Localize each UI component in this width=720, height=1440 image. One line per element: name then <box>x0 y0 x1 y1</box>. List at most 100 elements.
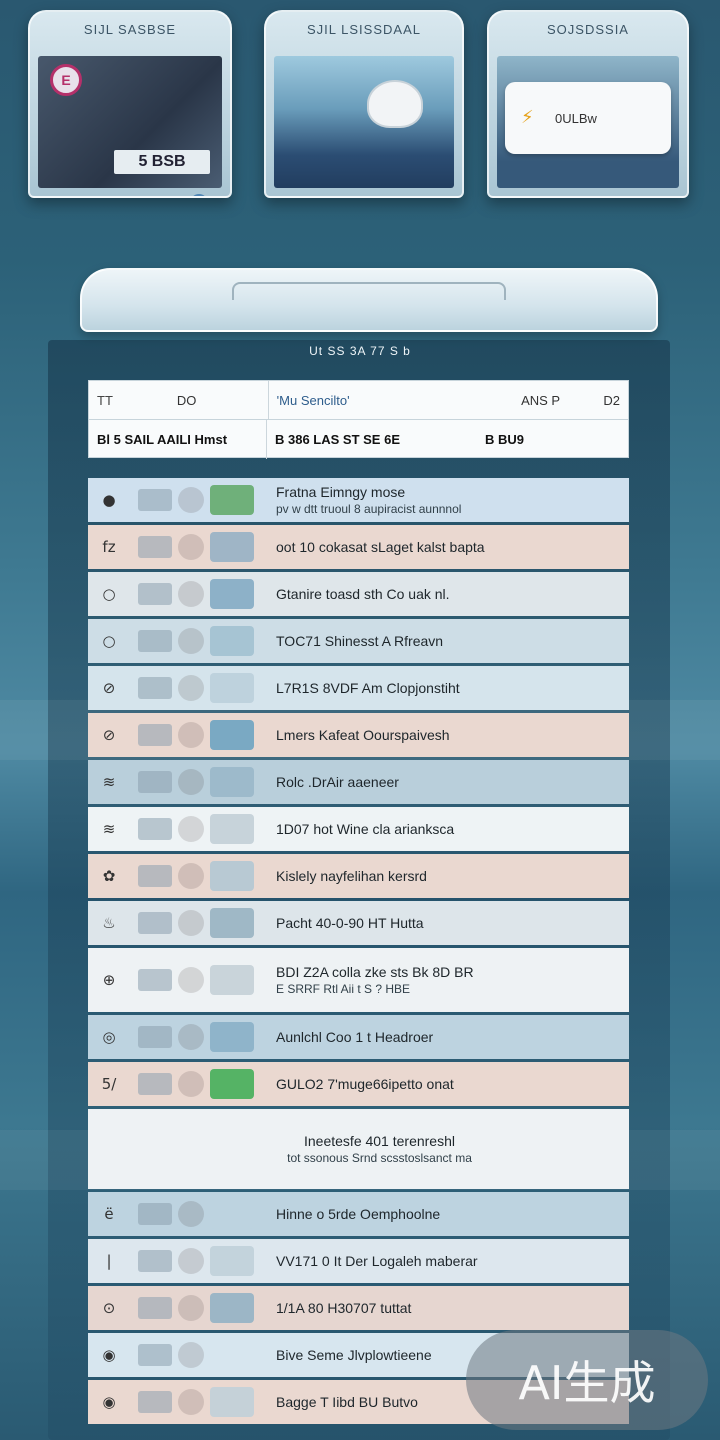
drop-icon <box>178 534 204 560</box>
row-thumbnail <box>138 912 172 934</box>
row-thumbnail <box>138 677 172 699</box>
list-item[interactable]: ≋ 1D07 hot Wine cla arianksca <box>88 807 629 851</box>
row-icon: | <box>106 1252 112 1270</box>
row-image <box>210 965 254 995</box>
shelf-handle <box>232 282 506 300</box>
row-label: BDI Z2A colla zke sts Bk 8D BR E SRRF Rtl… <box>276 964 629 996</box>
row-image <box>210 1246 254 1276</box>
row-thumbnail <box>138 969 172 991</box>
row-icon: ○ <box>102 585 116 603</box>
list-item[interactable]: ◎ Aunlchl Coo 1 t Headroer <box>88 1015 629 1059</box>
product-card[interactable]: SOJSDSSIA 0ULBw <box>487 10 689 198</box>
row-thumbnail <box>138 1073 172 1095</box>
list-item[interactable]: ● Fratna Eimngy mose pv w dtt truoul 8 aup… <box>88 478 629 522</box>
drop-icon <box>178 1024 204 1050</box>
row-label: Pacht 40-0-90 HT Hutta <box>276 915 629 931</box>
row-image <box>210 1293 254 1323</box>
row-title: 1/1A 80 H30707 tuttat <box>276 1300 412 1316</box>
header-cell[interactable]: DO <box>169 381 269 419</box>
row-icon: ● <box>102 491 116 509</box>
row-title: oot 10 cokasat sLaget kalst bapta <box>276 539 485 555</box>
card-title: SJIL LSISSDAAL <box>307 22 421 37</box>
row-icon: ◎ <box>102 1028 116 1046</box>
row-thumbnail <box>138 489 172 511</box>
header-cell[interactable]: TT <box>89 393 169 408</box>
row-title: Kislely nayfelihan kersrd <box>276 868 427 884</box>
row-label: Kislely nayfelihan kersrd <box>276 868 629 884</box>
list-item[interactable]: ○ TOC71 Shinesst A Rfreavn <box>88 619 629 663</box>
row-icon: 5/ <box>101 1075 117 1093</box>
list-item[interactable]: Ineetesfe 401 terenreshl tot ssonous Srnd… <box>88 1109 629 1189</box>
list-item[interactable]: 5/GULO2 7'muge66ipetto onat <box>88 1062 629 1106</box>
list-item[interactable]: ⊙ 1/1A 80 H30707 tuttat <box>88 1286 629 1330</box>
row-image <box>210 767 254 797</box>
list-item[interactable]: ≋ Rolc .DrAir aaeneer <box>88 760 629 804</box>
row-image <box>210 1199 254 1229</box>
list-item[interactable]: ⊘ Lmers Kafeat Oourspaivesh <box>88 713 629 757</box>
glass-shelf <box>80 268 658 332</box>
list-item[interactable]: fz oot 10 cokasat sLaget kalst bapta <box>88 525 629 569</box>
row-thumbnail <box>138 1344 172 1366</box>
header-cell[interactable]: 'Mu Sencilto' <box>269 393 489 408</box>
row-title: Pacht 40-0-90 HT Hutta <box>276 915 424 931</box>
row-title: Bagge T Iibd BU Butvo <box>276 1394 418 1410</box>
row-subtitle: pv w dtt truoul 8 aupiracist aunnnol <box>276 502 462 516</box>
drop-icon <box>178 1389 204 1415</box>
row-label: VV171 0 It Der Logaleh maberar <box>276 1253 629 1269</box>
row-subtitle: tot ssonous Srnd scsstoslsanct ma <box>287 1151 472 1165</box>
row-title: Gtanire toasd sth Co uak nl. <box>276 586 450 602</box>
row-label: 1D07 hot Wine cla arianksca <box>276 821 629 837</box>
list-item[interactable]: ○ Gtanire toasd sth Co uak nl. <box>88 572 629 616</box>
row-icon: ◉ <box>102 1393 116 1411</box>
list-item[interactable]: | VV171 0 It Der Logaleh maberar <box>88 1239 629 1283</box>
list-item[interactable]: ♨ Pacht 40-0-90 HT Hutta <box>88 901 629 945</box>
row-thumbnail <box>138 1250 172 1272</box>
list-item[interactable]: ⊘ L7R1S 8VDF Am Clopjonstiht <box>88 666 629 710</box>
row-icon: ⊙ <box>102 1299 116 1317</box>
list-item[interactable]: ✿ Kislely nayfelihan kersrd <box>88 854 629 898</box>
row-icon: ≋ <box>102 820 116 838</box>
product-card[interactable]: SIJL SASBSE E 5 BSB <box>28 10 232 198</box>
row-image <box>210 673 254 703</box>
stamp-icon <box>190 194 208 196</box>
row-label: Lmers Kafeat Oourspaivesh <box>276 727 629 743</box>
drop-icon <box>178 816 204 842</box>
row-thumbnail <box>138 1297 172 1319</box>
list-item[interactable]: ⊕ BDI Z2A colla zke sts Bk 8D BR E SRRF Rt… <box>88 948 629 1012</box>
row-label: Ineetesfe 401 terenreshl tot ssonous Srnd… <box>130 1133 629 1165</box>
row-label: Aunlchl Coo 1 t Headroer <box>276 1029 629 1045</box>
drop-icon <box>178 581 204 607</box>
row-title: 1D07 hot Wine cla arianksca <box>276 821 455 837</box>
drop-icon <box>178 1201 204 1227</box>
header-table: TT DO 'Mu Sencilto' ANS P D2 Bl 5 SAIL A… <box>88 380 629 459</box>
row-thumbnail <box>138 771 172 793</box>
drop-icon <box>178 722 204 748</box>
card-image: E 5 BSB <box>38 56 222 196</box>
header-cell[interactable]: D2 <box>568 393 628 408</box>
row-label: 1/1A 80 H30707 tuttat <box>276 1300 629 1316</box>
header-cell[interactable]: ANS P <box>488 393 568 408</box>
drop-icon <box>178 967 204 993</box>
row-thumbnail <box>138 724 172 746</box>
product-card[interactable]: SJIL LSISSDAAL <box>264 10 464 198</box>
list-item[interactable]: ё Hinne o 5rde Oemphoolne <box>88 1192 629 1236</box>
row-image <box>210 485 254 515</box>
header-cell: B 386 LAS ST SE 6E <box>275 432 400 447</box>
row-icon: ♨ <box>102 914 116 932</box>
header-cell: Bl 5 SAIL AAILI Hmst <box>89 420 267 459</box>
watermark-text: AI生成 <box>518 1356 656 1410</box>
row-icon: ≋ <box>102 773 116 791</box>
row-icon: ё <box>104 1205 114 1223</box>
drop-icon <box>178 628 204 654</box>
row-image <box>210 1069 254 1099</box>
row-label: Rolc .DrAir aaeneer <box>276 774 629 790</box>
brand-logo-icon: E <box>50 64 82 96</box>
row-label: Gtanire toasd sth Co uak nl. <box>276 586 629 602</box>
card-image: 0ULBw <box>497 56 679 188</box>
row-icon: ⊘ <box>102 679 116 697</box>
price-tag: 5 BSB <box>114 150 210 174</box>
row-icon: ○ <box>102 632 116 650</box>
row-image <box>210 814 254 844</box>
row-subtitle: E SRRF Rtl Aii t S ? HBE <box>276 982 411 996</box>
row-title: Aunlchl Coo 1 t Headroer <box>276 1029 434 1045</box>
